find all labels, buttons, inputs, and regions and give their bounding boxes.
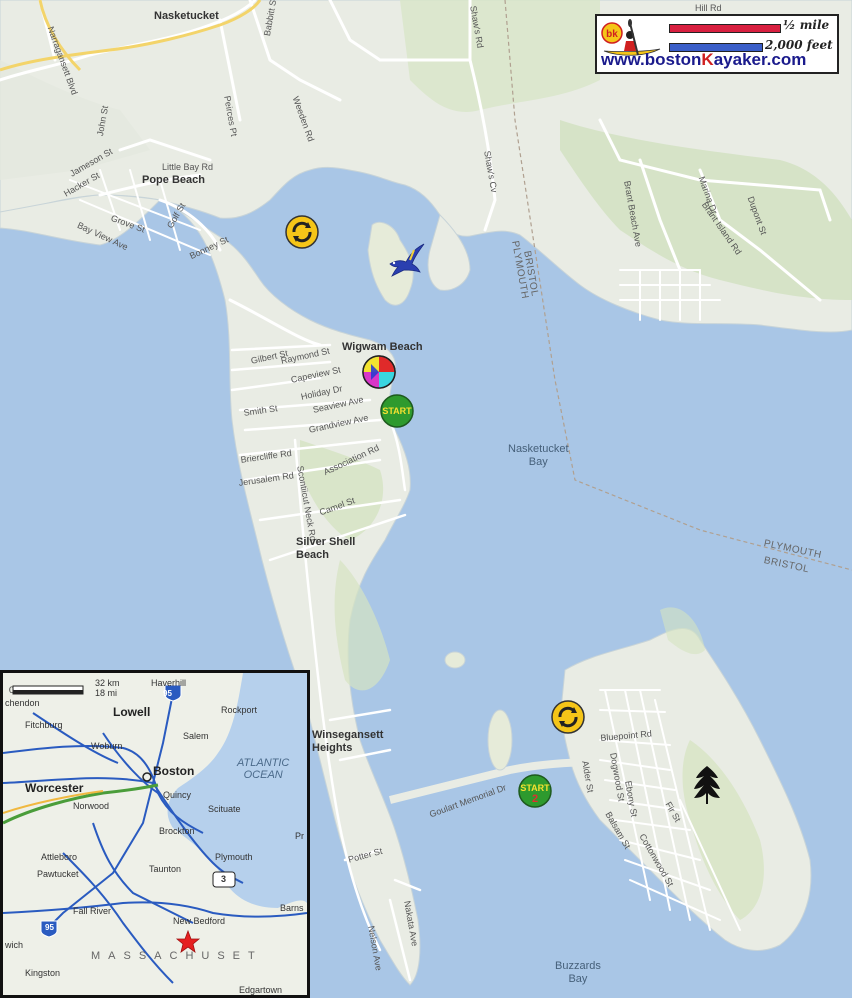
inset-winchendon: chendon <box>5 698 40 708</box>
map-canvas[interactable]: Nasketucket Narragansett Blvd Peirces Pt… <box>0 0 852 998</box>
inset-location-star-icon[interactable] <box>177 927 201 951</box>
brand-part-1: www.boston <box>601 50 702 69</box>
inset-boston: Boston <box>153 764 195 778</box>
pope-beach-label: Pope Beach <box>142 174 205 186</box>
inset-highway-95-south: 95 <box>45 923 54 932</box>
inset-salem: Salem <box>183 731 209 741</box>
inset-greenwich: wich <box>5 940 24 950</box>
winsegansett-heights-label-1: Winsegansett <box>312 729 384 741</box>
inset-rockport: Rockport <box>221 705 258 715</box>
little-bay-rd-label: Little Bay Rd <box>162 162 214 172</box>
start-marker-2-label: START <box>520 783 550 793</box>
nasketucket-bay-label-2: Bay <box>528 456 548 468</box>
silver-shell-beach-label-1: Silver Shell <box>296 536 356 548</box>
buzzards-bay-label-1: Buzzards <box>555 960 601 972</box>
inset-ocean-label: OCEAN <box>243 769 283 781</box>
buzzards-bay-label: Buzzards Bay <box>555 960 601 986</box>
inset-barnstable: Barns <box>280 903 304 913</box>
brand-k: K <box>701 50 714 69</box>
scale-half-mile-label: ½ mile <box>783 18 830 32</box>
inset-attleboro: Attleboro <box>41 852 78 862</box>
inset-pr: Pr <box>295 831 304 841</box>
inset-brockton: Brockton <box>159 826 195 836</box>
inset-taunton: Taunton <box>149 864 182 874</box>
start-marker-2-number: 2 <box>532 793 538 805</box>
scale-bar-mile <box>669 24 781 33</box>
inset-haverhill: Haverhill <box>151 678 187 688</box>
beach-ball-icon[interactable] <box>361 354 397 390</box>
nasketucket-bay-label: Nasketucket Bay <box>508 443 569 469</box>
map-legend: bk ½ mile 2,000 feet www.bostonKayaker.c… <box>595 14 839 74</box>
inset-edgartown: Edgartown <box>239 985 283 995</box>
rotation-marker-south-icon[interactable] <box>550 699 586 735</box>
inset-kingston: Kingston <box>25 968 61 978</box>
wigwam-beach-label: Wigwam Beach <box>342 341 423 353</box>
inset-norwood: Norwood <box>73 801 110 811</box>
brand-part-2: ayaker.com <box>713 50 807 69</box>
start-marker-1-label: START <box>382 406 412 416</box>
website-url[interactable]: www.bostonKayaker.com <box>601 50 806 70</box>
inset-fitchburg: Fitchburg <box>25 720 63 730</box>
inset-atlantic-ocean: ATLANTIC OCEAN <box>237 757 289 781</box>
inset-quincy: Quincy <box>163 790 192 800</box>
start-marker-1[interactable]: START <box>379 393 415 429</box>
inset-scale-mi: 18 mi <box>95 688 118 698</box>
nasketucket-bay-label-1: Nasketucket <box>508 443 569 455</box>
inset-lowell: Lowell <box>113 705 151 719</box>
tree-icon[interactable] <box>690 764 724 806</box>
inset-locator-map[interactable]: 0 32 km 18 mi 95 Haverhill Lowell Fitchb… <box>0 670 310 998</box>
inset-massachusetts: MASSACHUSET <box>91 950 263 962</box>
hill-rd-label: Hill Rd <box>695 3 722 13</box>
winsegansett-heights-label-2: Heights <box>312 742 353 754</box>
silver-shell-beach-label-2: Beach <box>296 549 330 561</box>
start-marker-2[interactable]: START 2 <box>517 773 553 809</box>
inset-new-bedford: New Bedford <box>173 916 226 926</box>
inset-pawtucket: Pawtucket <box>37 869 79 879</box>
nasketucket-label: Nasketucket <box>154 10 219 22</box>
inset-scale-zero: 0 <box>9 685 15 695</box>
rotation-marker-north-icon[interactable] <box>284 214 320 250</box>
inset-atlantic-label: ATLANTIC <box>237 757 290 769</box>
inset-highway-3: 3 <box>221 874 227 884</box>
inset-scale-km: 32 km <box>95 678 120 688</box>
bird-icon[interactable] <box>386 242 426 278</box>
inset-plymouth: Plymouth <box>215 852 253 862</box>
inset-worcester: Worcester <box>25 781 84 795</box>
logo-text: bk <box>606 29 618 40</box>
inset-highway-95-north: 95 <box>163 689 172 698</box>
inset-scituate: Scituate <box>208 804 241 814</box>
buzzards-bay-label-2: Bay <box>568 973 588 985</box>
inset-fall-river: Fall River <box>73 906 112 916</box>
inset-woburn: Woburn <box>91 741 123 751</box>
